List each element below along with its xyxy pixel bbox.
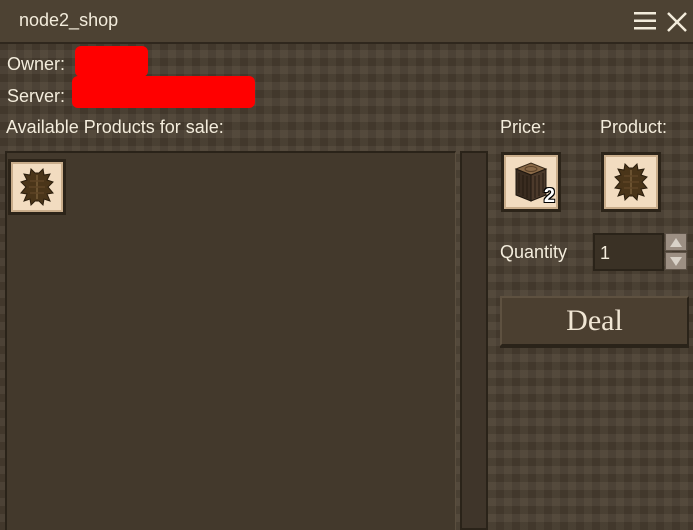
- menu-icon[interactable]: [634, 12, 656, 30]
- server-redaction: [72, 76, 255, 108]
- deal-button[interactable]: Deal: [500, 296, 689, 346]
- arrow-down-icon: [670, 256, 682, 266]
- window-title: node2_shop: [19, 10, 119, 30]
- owner-redaction: [75, 46, 148, 77]
- leather-hide-icon: [20, 167, 54, 207]
- quantity-input[interactable]: 1: [593, 233, 664, 271]
- product-label: Product:: [600, 117, 668, 137]
- arrow-up-icon: [670, 237, 682, 247]
- leather-hide-icon: [614, 162, 648, 202]
- close-icon[interactable]: [666, 11, 688, 33]
- owner-label: Owner:: [7, 54, 66, 74]
- price-label: Price:: [500, 117, 547, 137]
- quantity-increment-button[interactable]: [665, 233, 687, 251]
- price-count: 2: [543, 185, 555, 207]
- product-offer-slot[interactable]: [601, 152, 661, 212]
- products-heading: Available Products for sale:: [6, 117, 224, 137]
- server-label: Server:: [7, 86, 66, 106]
- quantity-decrement-button[interactable]: [665, 252, 687, 270]
- window-titlebar: node2_shop: [0, 0, 693, 44]
- price-slot[interactable]: 2: [501, 152, 561, 212]
- product-list[interactable]: [5, 151, 456, 530]
- product-slot[interactable]: [8, 159, 66, 215]
- product-list-scrollbar[interactable]: [460, 151, 488, 530]
- quantity-label: Quantity: [500, 242, 568, 262]
